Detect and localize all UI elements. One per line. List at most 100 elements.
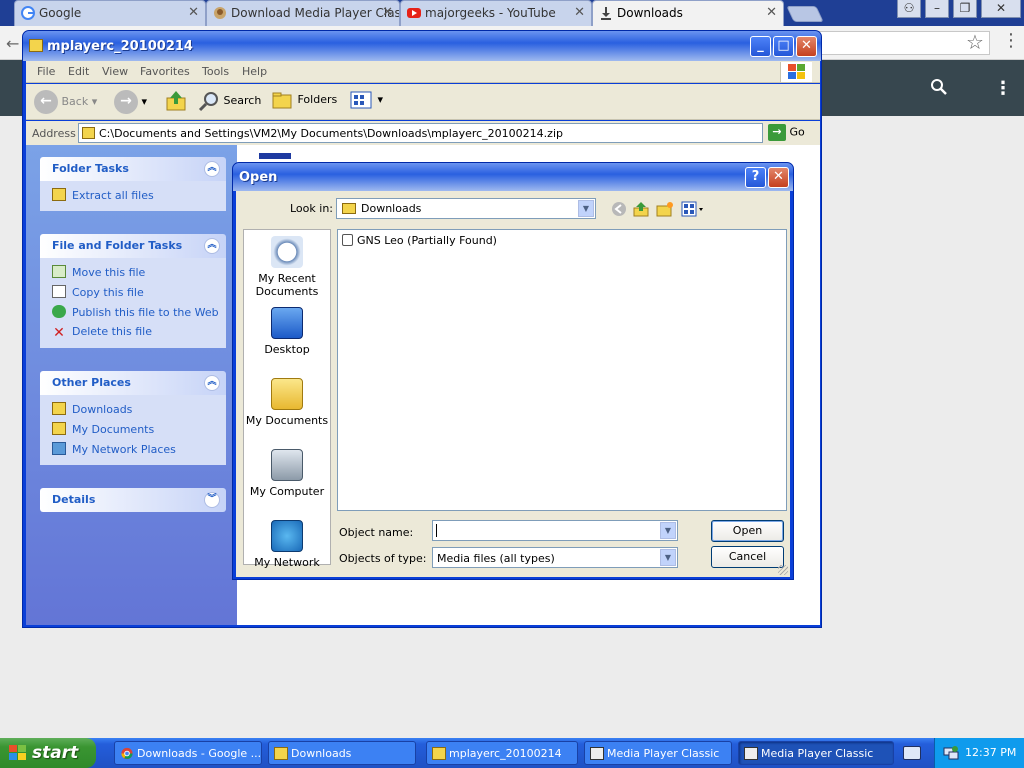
explorer-titlebar[interactable]: mplayerc_20100214 _ □ ✕ bbox=[23, 31, 821, 61]
forward-arrow-icon: → bbox=[114, 90, 138, 114]
close-tab-icon[interactable]: ✕ bbox=[766, 5, 777, 20]
close-tab-icon[interactable]: ✕ bbox=[188, 5, 199, 20]
dialog-titlebar[interactable]: Open ? ✕ bbox=[233, 163, 793, 191]
view-menu-icon[interactable] bbox=[680, 201, 706, 217]
resize-grip[interactable] bbox=[778, 565, 788, 575]
extract-all-link[interactable]: Extract all files bbox=[52, 185, 226, 205]
file-list[interactable]: GNS Leo (Partially Found) bbox=[337, 229, 787, 511]
menu-file[interactable]: File bbox=[37, 65, 55, 78]
menu-help[interactable]: Help bbox=[242, 65, 267, 78]
open-button[interactable]: Open bbox=[711, 520, 784, 542]
place-desktop[interactable]: Desktop bbox=[244, 307, 330, 356]
publish-file-link[interactable]: Publish this file to the Web bbox=[52, 302, 226, 322]
delete-file-link[interactable]: ✕ Delete this file bbox=[52, 322, 226, 342]
task-label: mplayerc_20100214 bbox=[449, 747, 562, 760]
list-item[interactable]: GNS Leo (Partially Found) bbox=[342, 234, 497, 247]
more-options-icon[interactable]: ⋮ bbox=[994, 78, 1012, 99]
dropdown-arrow-icon[interactable]: ▼ bbox=[660, 522, 676, 539]
task-downloads-folder[interactable]: Downloads bbox=[268, 741, 416, 765]
close-tab-icon[interactable]: ✕ bbox=[382, 5, 393, 20]
new-tab-button[interactable] bbox=[786, 6, 824, 22]
panel-header[interactable]: Other Places ︽ bbox=[40, 371, 226, 395]
my-documents-link[interactable]: My Documents bbox=[52, 419, 226, 439]
back-label: Back bbox=[61, 95, 89, 108]
panel-header[interactable]: Folder Tasks ︽ bbox=[40, 157, 226, 181]
tab-label: Downloads bbox=[617, 6, 683, 20]
move-file-link[interactable]: Move this file bbox=[52, 262, 226, 282]
start-button[interactable]: start bbox=[0, 738, 96, 768]
close-tab-icon[interactable]: ✕ bbox=[574, 5, 585, 20]
menu-view[interactable]: View bbox=[102, 65, 128, 78]
object-name-input[interactable]: ▼ bbox=[432, 520, 678, 541]
panel-header[interactable]: File and Folder Tasks ︽ bbox=[40, 234, 226, 258]
tab-google[interactable]: Google ✕ bbox=[14, 0, 206, 26]
task-media-player-classic[interactable]: Media Player Classic bbox=[584, 741, 732, 765]
views-button[interactable]: ▾ bbox=[350, 90, 383, 116]
forward-button[interactable]: → ▾ bbox=[114, 90, 147, 116]
objects-of-type-value: Media files (all types) bbox=[437, 552, 555, 565]
menu-tools[interactable]: Tools bbox=[202, 65, 229, 78]
close-button[interactable]: ✕ bbox=[796, 36, 817, 57]
menu-favorites[interactable]: Favorites bbox=[140, 65, 190, 78]
dropdown-arrow-icon[interactable]: ▼ bbox=[660, 549, 676, 566]
place-my-recent-documents[interactable]: My Recent Documents bbox=[244, 236, 330, 298]
collapse-chevron-icon[interactable]: ︽ bbox=[204, 375, 220, 391]
tab-downloads[interactable]: Downloads ✕ bbox=[592, 0, 784, 26]
minimize-button[interactable]: _ bbox=[750, 36, 771, 57]
cancel-button[interactable]: Cancel bbox=[711, 546, 784, 568]
up-one-level-icon[interactable] bbox=[632, 201, 650, 217]
up-folder-icon bbox=[166, 91, 186, 111]
collapse-chevron-icon[interactable]: ︽ bbox=[204, 238, 220, 254]
link-label: Downloads bbox=[72, 403, 133, 416]
place-label: My Network bbox=[254, 556, 320, 569]
place-my-computer[interactable]: My Computer bbox=[244, 449, 330, 498]
back-button[interactable]: ← Back ▾ bbox=[34, 90, 97, 116]
copy-file-link[interactable]: Copy this file bbox=[52, 282, 226, 302]
address-field[interactable]: C:\Documents and Settings\VM2\My Documen… bbox=[78, 123, 763, 143]
objects-of-type-combo[interactable]: Media files (all types) ▼ bbox=[432, 547, 678, 568]
network-tray-icon[interactable] bbox=[943, 745, 959, 761]
place-my-network[interactable]: My Network bbox=[244, 520, 330, 569]
look-in-combo[interactable]: Downloads ▼ bbox=[336, 198, 596, 219]
link-label: Publish this file to the Web bbox=[72, 306, 219, 319]
task-label: Downloads bbox=[291, 747, 352, 760]
restore-icon[interactable]: ❐ bbox=[953, 0, 977, 18]
up-folder-button[interactable] bbox=[166, 90, 186, 116]
browser-back-icon[interactable]: ← bbox=[0, 26, 22, 60]
panel-header[interactable]: Details ︾ bbox=[40, 488, 226, 512]
bookmark-star-icon[interactable]: ☆ bbox=[966, 30, 984, 54]
place-my-documents[interactable]: My Documents bbox=[244, 378, 330, 427]
user-icon[interactable]: ⚇ bbox=[897, 0, 921, 18]
help-button[interactable]: ? bbox=[745, 167, 766, 188]
place-label: My Documents bbox=[245, 414, 329, 427]
chrome-menu-icon[interactable]: ⋮ bbox=[1002, 30, 1020, 51]
download-icon bbox=[601, 7, 611, 20]
task-mplayerc-zip[interactable]: mplayerc_20100214 bbox=[426, 741, 578, 765]
expand-chevron-icon[interactable]: ︾ bbox=[204, 492, 220, 508]
close-button[interactable]: ✕ bbox=[768, 167, 789, 188]
downloads-link[interactable]: Downloads bbox=[52, 399, 226, 419]
file-icon[interactable] bbox=[259, 153, 291, 159]
menu-edit[interactable]: Edit bbox=[68, 65, 89, 78]
my-documents-icon bbox=[271, 378, 303, 410]
address-label: Address bbox=[32, 127, 76, 140]
back-icon[interactable] bbox=[610, 201, 628, 217]
my-network-places-link[interactable]: My Network Places bbox=[52, 439, 226, 459]
my-network-icon bbox=[271, 520, 303, 552]
new-folder-icon[interactable] bbox=[656, 201, 674, 217]
search-button[interactable]: Search bbox=[198, 90, 261, 116]
keyboard-icon[interactable] bbox=[903, 746, 921, 760]
close-window-icon[interactable]: ✕ bbox=[981, 0, 1021, 18]
go-arrow-icon: → bbox=[768, 124, 786, 141]
tab-download-mpc[interactable]: Download Media Player Classic ✕ bbox=[206, 0, 400, 26]
go-button[interactable]: → Go bbox=[768, 124, 805, 142]
folders-button[interactable]: Folders bbox=[272, 90, 337, 116]
minimize-icon[interactable]: – bbox=[925, 0, 949, 18]
dropdown-arrow-icon[interactable]: ▼ bbox=[578, 200, 594, 217]
maximize-button[interactable]: □ bbox=[773, 36, 794, 57]
collapse-chevron-icon[interactable]: ︽ bbox=[204, 161, 220, 177]
task-media-player-classic-active[interactable]: Media Player Classic bbox=[738, 741, 894, 765]
task-chrome-downloads[interactable]: Downloads - Google ... bbox=[114, 741, 262, 765]
tab-youtube[interactable]: majorgeeks - YouTube ✕ bbox=[400, 0, 592, 26]
search-icon[interactable] bbox=[930, 78, 948, 96]
